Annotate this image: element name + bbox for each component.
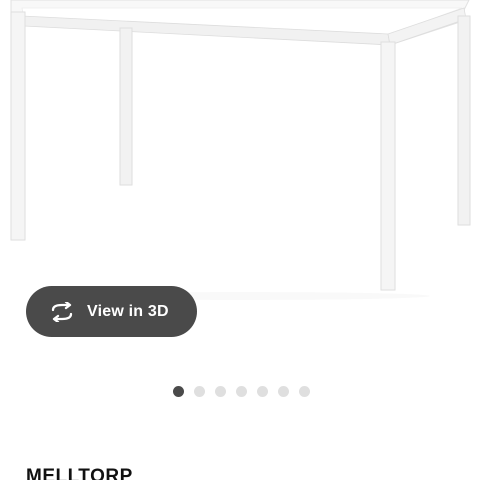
- carousel-dot[interactable]: [194, 386, 205, 397]
- view-in-3d-label: View in 3D: [87, 302, 169, 320]
- rotate-3d-icon: [48, 301, 76, 322]
- carousel-dot[interactable]: [257, 386, 268, 397]
- carousel-dot[interactable]: [299, 386, 310, 397]
- image-carousel-dots: [173, 386, 310, 397]
- carousel-dot[interactable]: [236, 386, 247, 397]
- carousel-dot[interactable]: [278, 386, 289, 397]
- table-illustration: [10, 0, 471, 300]
- carousel-dot[interactable]: [215, 386, 226, 397]
- carousel-dot[interactable]: [173, 386, 184, 397]
- product-name: MELLTORP: [26, 466, 133, 480]
- product-image[interactable]: [0, 0, 480, 300]
- view-in-3d-button[interactable]: View in 3D: [26, 286, 197, 337]
- product-page: View in 3D MELLTORP: [0, 0, 480, 480]
